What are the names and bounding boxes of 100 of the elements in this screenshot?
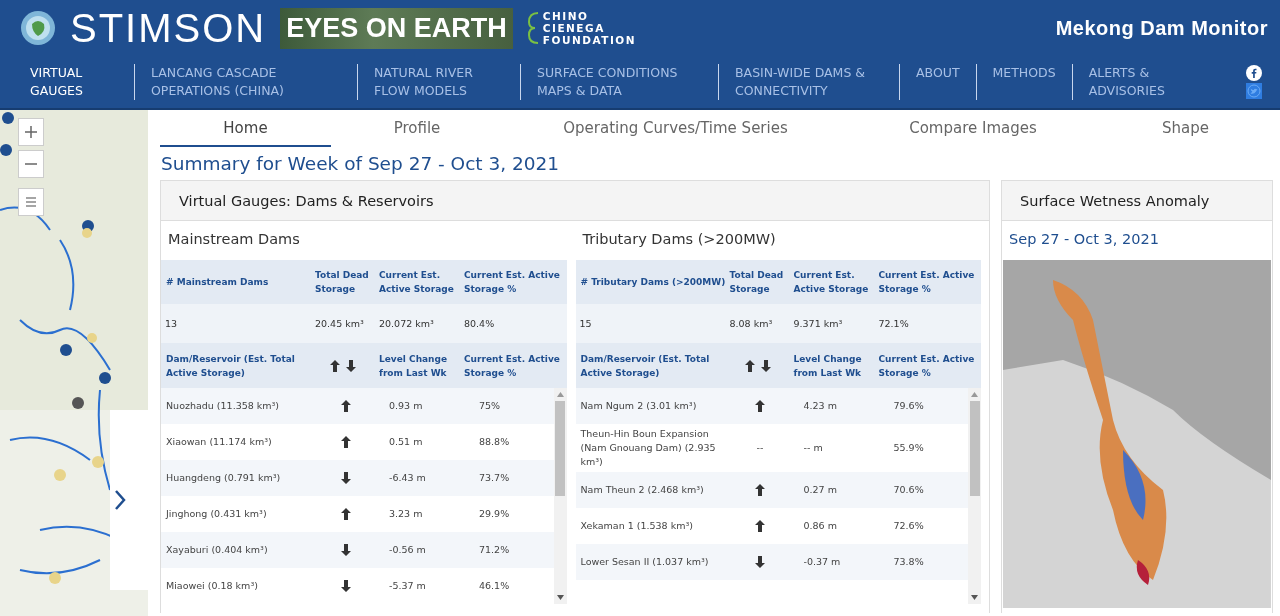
table-cell-text: Nuozhadu (11.358 km³): [165, 399, 281, 413]
arrow-up-icon: [340, 508, 351, 520]
site-title: Mekong Dam Monitor: [1055, 16, 1268, 40]
column-header: Current Est. Active Storage %: [877, 269, 976, 296]
tab[interactable]: Shape: [1098, 110, 1273, 147]
arrow-up-icon: [330, 359, 340, 372]
nav-link[interactable]: SURFACE CONDITIONS MAPS & DATA: [520, 64, 718, 100]
table-cell-text: 80.4%: [463, 318, 496, 329]
logo-text: CHINO CIENEGA FOUNDATION: [542, 10, 636, 46]
logo-text: STIMSON: [70, 8, 267, 48]
scrollbar[interactable]: [968, 388, 981, 604]
layers-button[interactable]: [18, 188, 44, 216]
panel-toggle[interactable]: [110, 410, 148, 590]
column-header: Total Dead Storage: [728, 269, 785, 296]
table-cell-text: 29.9%: [478, 507, 511, 521]
table-cell-text: Xekaman 1 (1.538 km³): [579, 519, 694, 533]
date-label: Sep 27 - Oct 3, 2021: [1008, 230, 1160, 249]
arrow-up-icon: [340, 436, 351, 448]
table-cell-text: 73.8%: [892, 555, 925, 569]
column-header: # Mainstream Dams: [165, 276, 270, 289]
arrow-down-icon: [340, 472, 351, 484]
table-cell-text: 0.27 m: [802, 483, 838, 497]
column-header: Current Est. Active Storage %: [877, 352, 976, 380]
scroll-down-icon: [971, 595, 978, 600]
globe-emblem-icon: [20, 10, 56, 46]
table-cell-text: -0.56 m: [388, 543, 427, 557]
column-header: Level Change from Last Wk: [378, 352, 449, 380]
page-heading: Summary for Week of Sep 27 - Oct 3, 2021: [161, 153, 561, 174]
table-cell-text: 79.6%: [892, 399, 925, 413]
column-header: # Tributary Dams (>200MW): [579, 276, 726, 289]
scrollbar-thumb[interactable]: [969, 401, 980, 496]
arrow-down-icon: [340, 580, 351, 592]
list-icon: [24, 195, 38, 209]
nav-link[interactable]: NATURAL RIVER FLOW MODELS: [357, 64, 520, 100]
table-cell-text: Lower Sesan II (1.037 km³): [579, 555, 710, 569]
table-cell-text: 8.08 km³: [728, 318, 774, 329]
column-header: Current Est. Active Storage: [792, 269, 870, 296]
arrow-down-icon: [755, 556, 765, 568]
tab[interactable]: Home: [160, 110, 331, 147]
table-cell-text: 4.23 m: [802, 399, 838, 413]
scroll-up-icon: [556, 392, 564, 397]
zoom-in-button[interactable]: [18, 118, 44, 146]
table-cell-text: Huangdeng (0.791 km³): [165, 471, 282, 485]
table-cell-text: Nam Theun 2 (2.468 km³): [579, 483, 705, 497]
table-cell-text: Xayaburi (0.404 km³): [165, 543, 269, 557]
table-cell-text: --: [755, 441, 765, 455]
table-cell-text: 55.9%: [892, 441, 925, 455]
table-cell-text: -5.37 m: [388, 579, 427, 593]
table-cell-text: 0.51 m: [388, 435, 424, 449]
table-cell-text: 3.23 m: [388, 507, 424, 521]
zoom-out-button[interactable]: [18, 150, 44, 178]
panel-title: Surface Wetness Anomaly: [1002, 181, 1272, 221]
scroll-up-icon: [971, 392, 978, 397]
table-cell-text: 9.371 km³: [792, 318, 844, 329]
facebook-icon[interactable]: [1246, 65, 1262, 81]
nav-link[interactable]: BASIN-WIDE DAMS & CONNECTIVITY: [718, 64, 899, 100]
arrow-down-icon: [346, 359, 356, 372]
logo-banner: EYES ON EARTH: [280, 7, 513, 49]
table-cell-text: Jinghong (0.431 km³): [164, 507, 268, 521]
table-cell-text: -6.43 m: [388, 471, 427, 485]
arrow-down-icon: [760, 359, 771, 372]
table-cell-text: 88.8%: [478, 435, 511, 449]
arrow-down-icon: [340, 544, 351, 556]
tab[interactable]: Compare Images: [848, 110, 1098, 147]
column-header: Total Dead Storage: [314, 269, 370, 296]
arrow-up-icon: [755, 400, 765, 412]
table-cell-text: 0.86 m: [802, 519, 838, 533]
plus-icon: [24, 125, 38, 139]
section-title: Mainstream Dams: [167, 230, 301, 249]
table-cell-text: 73.7%: [478, 471, 511, 485]
arrow-up-icon: [755, 484, 765, 496]
chevron-right-icon: [114, 490, 126, 510]
nav-link[interactable]: ABOUT: [899, 64, 976, 100]
scrollbar[interactable]: [553, 388, 567, 604]
panel-title: Virtual Gauges: Dams & Reservoirs: [161, 181, 989, 221]
table-cell-text: -- m: [802, 441, 824, 455]
arrow-up-icon: [755, 520, 765, 532]
nav-link[interactable]: LANCANG CASCADE OPERATIONS (CHINA): [134, 64, 357, 100]
tab[interactable]: Operating Curves/Time Series: [503, 110, 848, 147]
tab[interactable]: Profile: [331, 110, 503, 147]
table-cell-text: Miaowei (0.18 km³): [165, 579, 259, 593]
scroll-down-icon: [556, 595, 564, 600]
table-cell-text: 70.6%: [892, 483, 925, 497]
column-header: Level Change from Last Wk: [792, 352, 863, 380]
table-cell-text: -0.37 m: [802, 555, 842, 569]
table-cell-text: 15: [578, 318, 593, 329]
table-cell-text: 72.6%: [892, 519, 925, 533]
table-cell-text: Xiaowan (11.174 km³): [165, 435, 273, 449]
table-cell-text: 46.1%: [478, 579, 511, 593]
column-header: Dam/Reservoir (Est. Total Active Storage): [165, 352, 296, 380]
table-cell-text: 0.93 m: [388, 399, 424, 413]
nav-link[interactable]: ALERTS & ADVISORIES: [1071, 64, 1181, 100]
section-title: Tributary Dams (>200MW): [581, 230, 777, 249]
table-cell-text: 72.1%: [877, 318, 910, 329]
nav-link[interactable]: VIRTUAL GAUGES: [14, 64, 134, 100]
table-cell-text: 75%: [478, 399, 502, 413]
column-header: Current Est. Active Storage %: [463, 269, 561, 296]
arrow-up-icon: [340, 400, 351, 412]
nav-link[interactable]: METHODS: [975, 64, 1072, 100]
scrollbar-thumb[interactable]: [555, 401, 565, 496]
